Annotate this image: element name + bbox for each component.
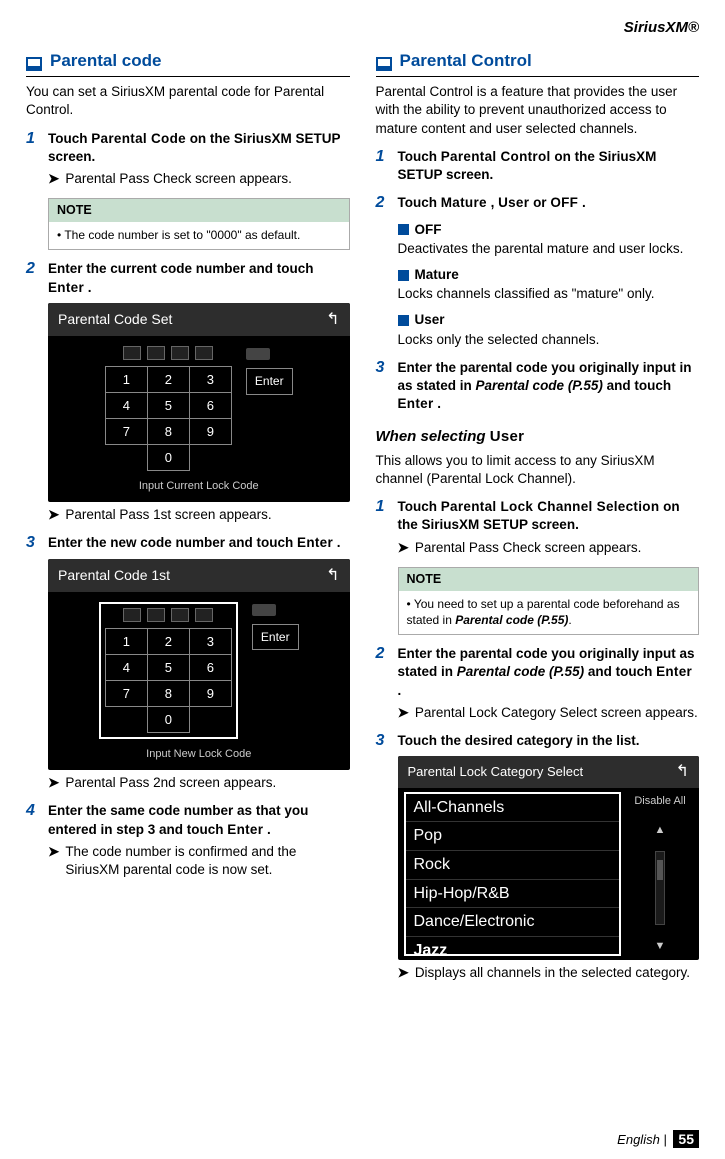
list-item[interactable]: All-Channels xyxy=(406,794,620,823)
keypad[interactable]: 123 456 789 0 xyxy=(105,366,232,471)
screenshot-title: Parental Lock Category Select xyxy=(408,763,584,781)
option-off: OFF Deactivates the parental mature and … xyxy=(398,221,700,258)
step-1: Touch Parental Code on the SiriusXM SETU… xyxy=(48,130,350,166)
note-box: NOTE • The code number is set to "0000" … xyxy=(48,198,350,250)
back-icon[interactable]: ↰ xyxy=(326,309,339,331)
section-icon xyxy=(26,57,42,71)
result-arrow-icon: ➤ xyxy=(398,539,409,557)
section-title: Parental code xyxy=(50,50,162,73)
back-icon[interactable]: ↰ xyxy=(326,565,339,587)
page-number: 55 xyxy=(673,1130,699,1148)
option-user: User Locks only the selected channels. xyxy=(398,311,700,348)
step-3: Enter the new code number and touch Ente… xyxy=(48,534,350,552)
note-body: • You need to set up a parental code bef… xyxy=(399,591,699,634)
indicator-icon xyxy=(252,604,276,616)
page-footer: English | 55 xyxy=(617,1130,699,1149)
step-1-result: Parental Pass Check screen appears. xyxy=(65,170,349,188)
screenshot-category-select: Parental Lock Category Select ↰ All-Chan… xyxy=(398,756,700,960)
user-step-1-result: Parental Pass Check screen appears. xyxy=(415,539,699,557)
step-number: 1 xyxy=(26,130,40,166)
category-list[interactable]: All-Channels Pop Rock Hip-Hop/R&B Dance/… xyxy=(404,792,622,957)
square-bullet-icon xyxy=(398,224,409,235)
step-2-result: Parental Pass 1st screen appears. xyxy=(65,506,349,524)
step-number: 2 xyxy=(26,260,40,296)
sub-lead: This allows you to limit access to any S… xyxy=(376,452,700,488)
result-arrow-icon: ➤ xyxy=(48,170,59,188)
list-item[interactable]: Hip-Hop/R&B xyxy=(406,880,620,909)
scrollbar[interactable] xyxy=(655,851,665,925)
left-column: Parental code You can set a SiriusXM par… xyxy=(26,46,350,982)
keypad[interactable]: 123 456 789 0 xyxy=(105,628,232,733)
list-item[interactable]: Dance/Electronic xyxy=(406,908,620,937)
user-step-2-result: Parental Lock Category Select screen app… xyxy=(415,704,699,722)
step-number: 3 xyxy=(376,359,390,414)
pc-step-3: Enter the parental code you originally i… xyxy=(398,359,700,414)
header-brand: SiriusXM® xyxy=(26,18,699,38)
user-step-3-result: Displays all channels in the selected ca… xyxy=(415,964,699,982)
step-number: 1 xyxy=(376,148,390,184)
lead-text: Parental Control is a feature that provi… xyxy=(376,83,700,138)
screenshot-title: Parental Code 1st xyxy=(58,566,170,585)
list-item[interactable]: Rock xyxy=(406,851,620,880)
square-bullet-icon xyxy=(398,315,409,326)
square-bullet-icon xyxy=(398,270,409,281)
screenshot-caption: Input Current Lock Code xyxy=(48,475,350,502)
section-icon xyxy=(376,57,392,71)
enter-button[interactable]: Enter xyxy=(252,624,299,650)
screenshot-title: Parental Code Set xyxy=(58,310,172,329)
lead-text: You can set a SiriusXM parental code for… xyxy=(26,83,350,119)
user-step-3: Touch the desired category in the list. xyxy=(398,732,700,750)
right-column: Parental Control Parental Control is a f… xyxy=(376,46,700,982)
user-step-2: Enter the parental code you originally i… xyxy=(398,645,700,700)
step-2: Enter the current code number and touch … xyxy=(48,260,350,296)
section-heading-parental-code: Parental code xyxy=(26,50,350,77)
list-item[interactable]: Jazz xyxy=(406,937,620,961)
pc-step-1: Touch Parental Control on the SiriusXM S… xyxy=(398,148,700,184)
step-3-result: Parental Pass 2nd screen appears. xyxy=(65,774,349,792)
step-4: Enter the same code number as that you e… xyxy=(48,802,350,838)
pc-step-2: Touch Mature , User or OFF . xyxy=(398,194,700,212)
result-arrow-icon: ➤ xyxy=(398,964,409,982)
enter-button[interactable]: Enter xyxy=(246,368,293,394)
step-number: 2 xyxy=(376,645,390,700)
section-heading-parental-control: Parental Control xyxy=(376,50,700,77)
note-heading: NOTE xyxy=(399,568,699,591)
disable-all-button[interactable]: Disable All xyxy=(634,794,685,809)
scroll-down-icon[interactable]: ▼ xyxy=(655,939,666,954)
screenshot-caption: Input New Lock Code xyxy=(48,743,350,770)
section-title: Parental Control xyxy=(400,50,532,73)
result-arrow-icon: ➤ xyxy=(48,506,59,524)
user-step-1: Touch Parental Lock Channel Selection on… xyxy=(398,498,700,534)
step-number: 2 xyxy=(376,194,390,212)
back-icon[interactable]: ↰ xyxy=(676,761,689,783)
step-number: 3 xyxy=(376,732,390,750)
screenshot-code-1st: Parental Code 1st ↰ 123 456 789 0 xyxy=(48,559,350,770)
note-heading: NOTE xyxy=(49,199,349,222)
step-4-result: The code number is confirmed and the Sir… xyxy=(65,843,349,879)
step-number: 3 xyxy=(26,534,40,552)
result-arrow-icon: ➤ xyxy=(48,843,59,879)
note-box: NOTE • You need to set up a parental cod… xyxy=(398,567,700,635)
step-number: 4 xyxy=(26,802,40,838)
result-arrow-icon: ➤ xyxy=(398,704,409,722)
result-arrow-icon: ➤ xyxy=(48,774,59,792)
indicator-icon xyxy=(246,348,270,360)
list-item[interactable]: Pop xyxy=(406,822,620,851)
scroll-up-icon[interactable]: ▲ xyxy=(655,823,666,838)
note-body: • The code number is set to "0000" as de… xyxy=(49,222,349,249)
subheading-when-selecting-user: When selecting User xyxy=(376,427,700,447)
screenshot-code-set: Parental Code Set ↰ 123 456 789 0 xyxy=(48,303,350,502)
step-number: 1 xyxy=(376,498,390,534)
option-mature: Mature Locks channels classified as "mat… xyxy=(398,266,700,303)
